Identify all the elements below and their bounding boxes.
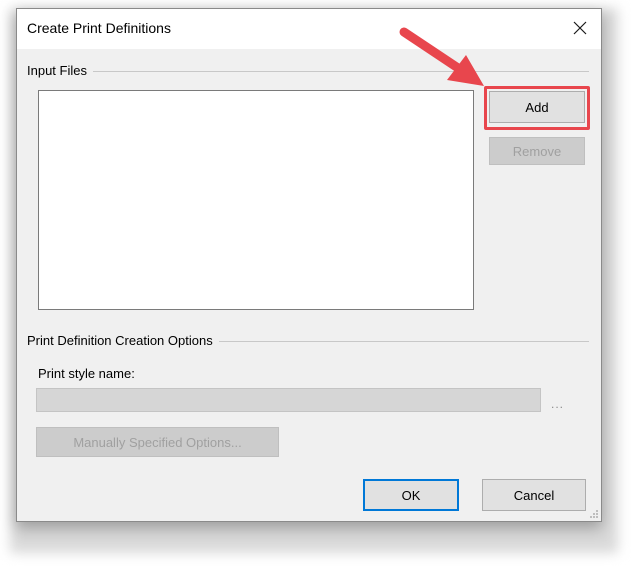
print-style-name-label: Print style name: — [38, 366, 135, 381]
input-files-list[interactable] — [38, 90, 474, 310]
title-bar: Create Print Definitions — [17, 9, 601, 49]
remove-button[interactable]: Remove — [489, 137, 585, 165]
input-files-group-label: Input Files — [27, 63, 93, 78]
close-button[interactable] — [565, 13, 595, 43]
ok-button[interactable]: OK — [363, 479, 459, 511]
create-print-definitions-dialog: Create Print Definitions Input Files Add… — [16, 8, 602, 522]
options-group-label: Print Definition Creation Options — [27, 333, 219, 348]
annotation-highlight-box — [484, 86, 590, 130]
browse-style-button[interactable]: ... — [551, 397, 564, 411]
resize-grip-icon[interactable] — [589, 509, 599, 519]
cancel-button[interactable]: Cancel — [482, 479, 586, 511]
manually-specified-options-button[interactable]: Manually Specified Options... — [36, 427, 279, 457]
input-files-group-line — [27, 71, 589, 72]
print-style-name-field[interactable] — [36, 388, 541, 412]
dialog-title: Create Print Definitions — [27, 20, 171, 36]
close-icon — [573, 21, 587, 35]
